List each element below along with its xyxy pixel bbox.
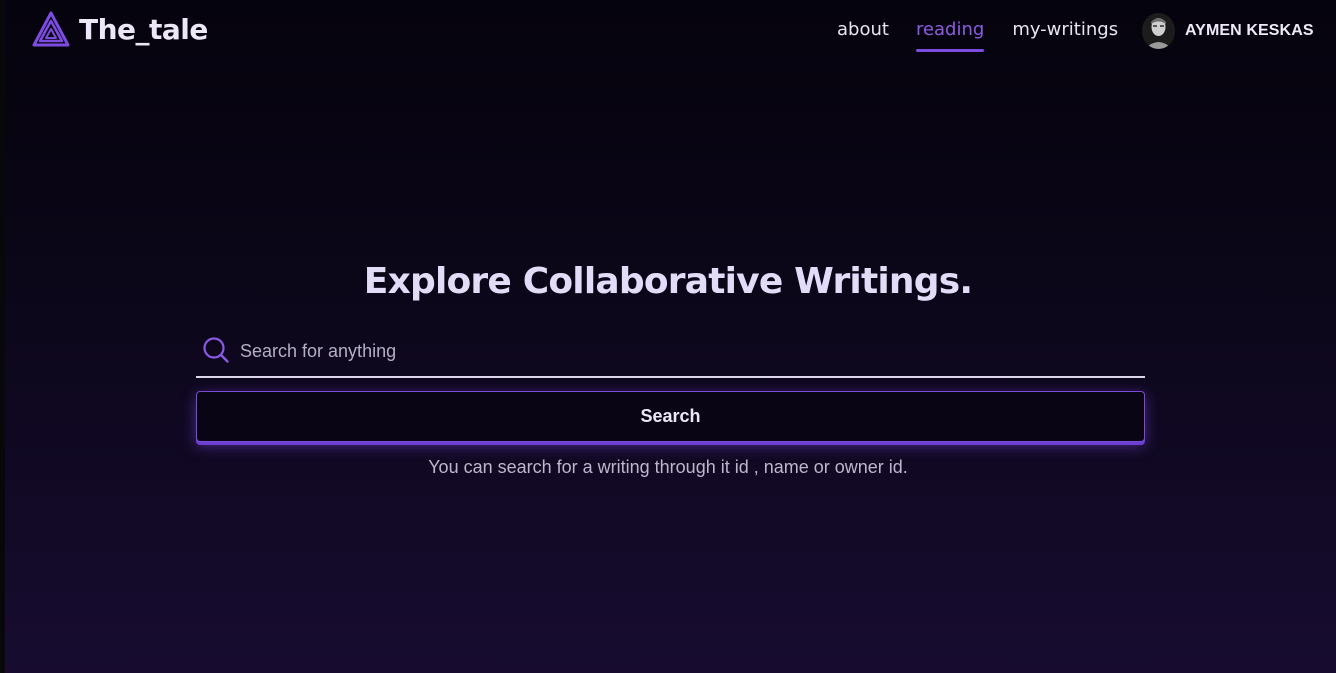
page-title: Explore Collaborative Writings. (363, 261, 973, 302)
user-menu[interactable]: AYMEN KESKAS (1142, 13, 1314, 49)
brand-logo-link[interactable]: The_tale (32, 11, 208, 47)
nav-link-about[interactable]: about (837, 18, 889, 52)
nav-link-reading[interactable]: reading (915, 18, 985, 52)
main-nav: about reading my-writings (837, 18, 1118, 52)
nav-link-my-writings[interactable]: my-writings (1012, 18, 1118, 52)
left-edge-strip (0, 0, 5, 673)
search-hint-text: You can search for a writing through it … (428, 457, 908, 477)
triangle-logo-icon (32, 11, 70, 47)
avatar (1142, 13, 1175, 49)
search-field (196, 331, 1145, 378)
search-button[interactable]: Search (196, 391, 1145, 442)
user-name: AYMEN KESKAS (1185, 22, 1314, 39)
top-navbar: The_tale about reading my-writings AYMEN… (0, 0, 1336, 62)
search-icon (203, 337, 229, 363)
search-input[interactable] (240, 335, 1120, 367)
brand-name: The_tale (79, 12, 208, 46)
